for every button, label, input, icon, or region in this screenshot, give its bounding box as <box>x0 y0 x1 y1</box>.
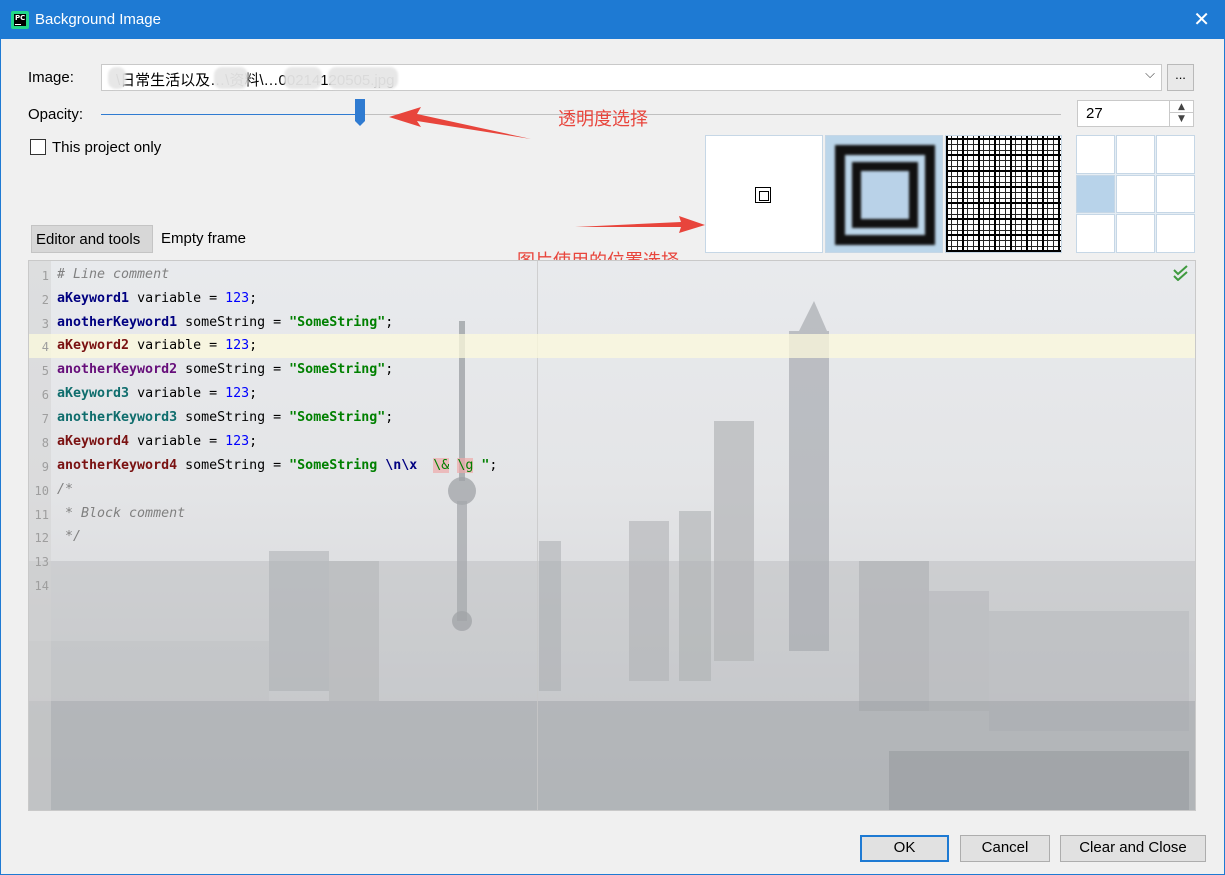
clear-and-close-button[interactable]: Clear and Close <box>1060 835 1206 862</box>
code-line: 7 anotherKeyword3 someString = "SomeStri… <box>41 410 394 426</box>
anchor-cell[interactable] <box>1116 174 1155 214</box>
opacity-label: Opacity: <box>28 106 84 123</box>
plain-fill-icon <box>755 187 771 203</box>
code-line: 8 aKeyword4 variable = 123; <box>41 434 258 450</box>
anchor-cell[interactable] <box>1076 214 1115 253</box>
scale-fill-inner <box>852 162 918 228</box>
dialog-title: Background Image <box>35 11 161 28</box>
code-line: 10 /* <box>34 482 74 498</box>
code-line-current: 4 aKeyword2 variable = 123; <box>29 334 1195 358</box>
anchor-cell[interactable] <box>1076 135 1115 174</box>
close-icon[interactable]: ✕ <box>1193 9 1210 29</box>
position-annotation-arrow <box>575 216 705 233</box>
title-bar: PC Background Image ✕ <box>1 1 1224 39</box>
fill-option-plain[interactable] <box>705 135 823 253</box>
anchor-cell[interactable] <box>1156 174 1195 214</box>
redaction-blur <box>214 67 248 89</box>
tab-editor-and-tools[interactable]: Editor and tools <box>31 225 153 253</box>
spinner-up-icon[interactable]: ▲ <box>1170 101 1193 113</box>
check-icon[interactable] <box>1173 265 1189 281</box>
code-line: 2 aKeyword1 variable = 123; <box>41 291 258 307</box>
anchor-cell[interactable] <box>1116 214 1155 253</box>
redaction-blur <box>108 67 126 89</box>
anchor-cell[interactable] <box>1156 214 1195 253</box>
opacity-slider-fill <box>101 114 361 115</box>
opacity-annotation-arrow <box>389 107 531 139</box>
editor-preview: 1 # Line comment 2 aKeyword1 variable = … <box>28 260 1196 811</box>
opacity-spinner[interactable]: 27 ▲ ▼ <box>1077 100 1194 127</box>
anchor-position-grid <box>1076 135 1195 253</box>
image-label: Image: <box>28 69 74 86</box>
tab-empty-frame[interactable]: Empty frame <box>157 225 267 253</box>
image-path-combobox[interactable]: \日常生活以及…\资料\…00214120505.jpg ⌵ <box>101 64 1162 91</box>
chevron-down-icon[interactable]: ⌵ <box>1145 67 1155 82</box>
opacity-value[interactable]: 27 <box>1086 105 1103 122</box>
this-project-only-checkbox[interactable] <box>30 139 46 155</box>
anchor-cell[interactable] <box>1116 135 1155 174</box>
redaction-blur <box>284 67 322 89</box>
code-line: 6 aKeyword3 variable = 123; <box>41 386 258 402</box>
spinner-buttons: ▲ ▼ <box>1169 101 1193 126</box>
this-project-only-label[interactable]: This project only <box>52 139 161 156</box>
code-line: 14 <box>34 579 49 593</box>
code-line: 9 anotherKeyword4 someString = "SomeStri… <box>41 458 498 474</box>
browse-button[interactable]: ... <box>1167 64 1194 91</box>
anchor-cell[interactable] <box>1076 174 1115 214</box>
redaction-blur <box>328 67 398 89</box>
cancel-button[interactable]: Cancel <box>960 835 1050 862</box>
fill-option-scale[interactable] <box>825 135 943 253</box>
tile-fill-icon <box>946 136 1061 252</box>
code-line: 1 # Line comment <box>41 267 170 283</box>
opacity-annotation: 透明度选择 <box>558 109 648 130</box>
code-line: 13 <box>34 555 49 569</box>
spinner-down-icon[interactable]: ▼ <box>1170 113 1193 125</box>
code-line: 11 * Block comment <box>34 506 186 522</box>
code-line: 5 anotherKeyword2 someString = "SomeStri… <box>41 362 394 378</box>
background-image-dialog: PC Background Image ✕ Image: \日常生活以及…\资料… <box>0 0 1225 875</box>
code-line: 3 anotherKeyword1 someString = "SomeStri… <box>41 315 394 331</box>
ok-button[interactable]: OK <box>860 835 949 862</box>
fill-option-tile[interactable] <box>945 135 1062 253</box>
opacity-slider-thumb[interactable] <box>355 99 366 126</box>
code-line: 12 */ <box>34 529 82 545</box>
pycharm-icon: PC <box>11 11 29 29</box>
anchor-cell[interactable] <box>1156 135 1195 174</box>
